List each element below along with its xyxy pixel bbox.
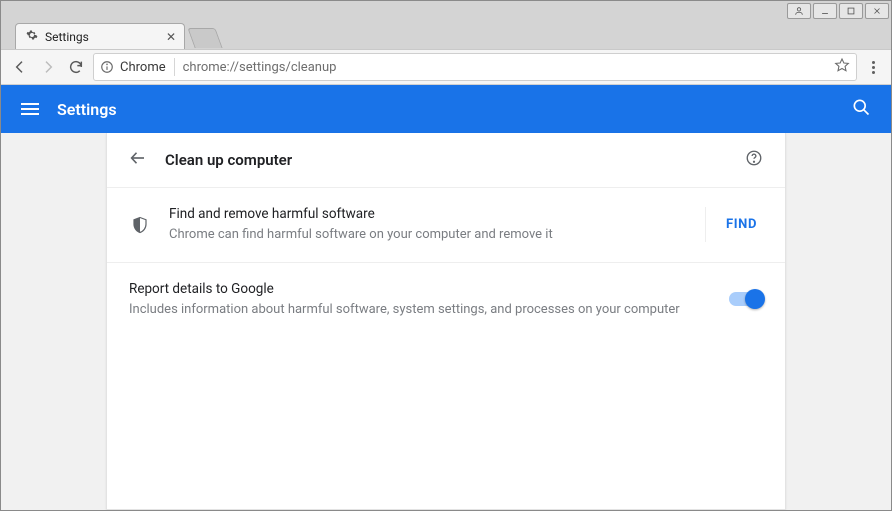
info-icon [100, 60, 114, 74]
section-title: Clean up computer [165, 151, 292, 169]
shield-icon [129, 216, 151, 234]
close-window-button[interactable] [865, 3, 889, 19]
omnibox-divider [174, 58, 175, 76]
back-button[interactable] [9, 56, 31, 78]
maximize-button[interactable] [839, 3, 863, 19]
row-secondary-text: Includes information about harmful softw… [129, 301, 711, 319]
report-toggle[interactable] [729, 292, 763, 306]
row-secondary-text: Chrome can find harmful software on your… [169, 226, 687, 244]
settings-card: Clean up computer Find and remove harmfu… [106, 133, 786, 510]
find-button[interactable]: FIND [705, 207, 763, 242]
settings-body: Clean up computer Find and remove harmfu… [1, 133, 891, 510]
new-tab-button[interactable] [187, 28, 222, 48]
forward-button[interactable] [37, 56, 59, 78]
settings-header: Settings [1, 85, 891, 133]
card-header: Clean up computer [107, 133, 785, 187]
help-icon[interactable] [745, 149, 763, 171]
row-find-harmful: Find and remove harmful software Chrome … [107, 187, 785, 262]
hamburger-icon[interactable] [21, 103, 39, 115]
browser-menu-button[interactable] [863, 61, 883, 74]
reload-button[interactable] [65, 56, 87, 78]
user-icon[interactable] [787, 3, 811, 19]
browser-toolbar: Chrome [1, 49, 891, 85]
tab-title: Settings [45, 30, 89, 44]
search-icon[interactable] [851, 97, 871, 121]
site-info[interactable]: Chrome [100, 60, 166, 75]
minimize-button[interactable] [813, 3, 837, 19]
content-area: Settings Clean up computer [1, 85, 891, 510]
secure-label: Chrome [120, 60, 166, 75]
arrow-left-icon[interactable] [129, 149, 147, 171]
url-input[interactable] [183, 60, 826, 75]
tab-strip: Settings ✕ [1, 21, 891, 49]
tab-settings[interactable]: Settings ✕ [15, 23, 185, 49]
row-primary-text: Find and remove harmful software [169, 206, 687, 222]
bookmark-star-icon[interactable] [834, 57, 850, 77]
row-report-details: Report details to Google Includes inform… [107, 262, 785, 337]
address-bar[interactable]: Chrome [93, 53, 857, 81]
gear-icon [26, 29, 38, 44]
row-primary-text: Report details to Google [129, 281, 711, 297]
toggle-knob [745, 289, 765, 309]
os-titlebar [1, 1, 891, 21]
close-tab-icon[interactable]: ✕ [166, 30, 176, 44]
browser-window: Settings ✕ Chrome [0, 0, 892, 511]
settings-title: Settings [57, 100, 117, 119]
